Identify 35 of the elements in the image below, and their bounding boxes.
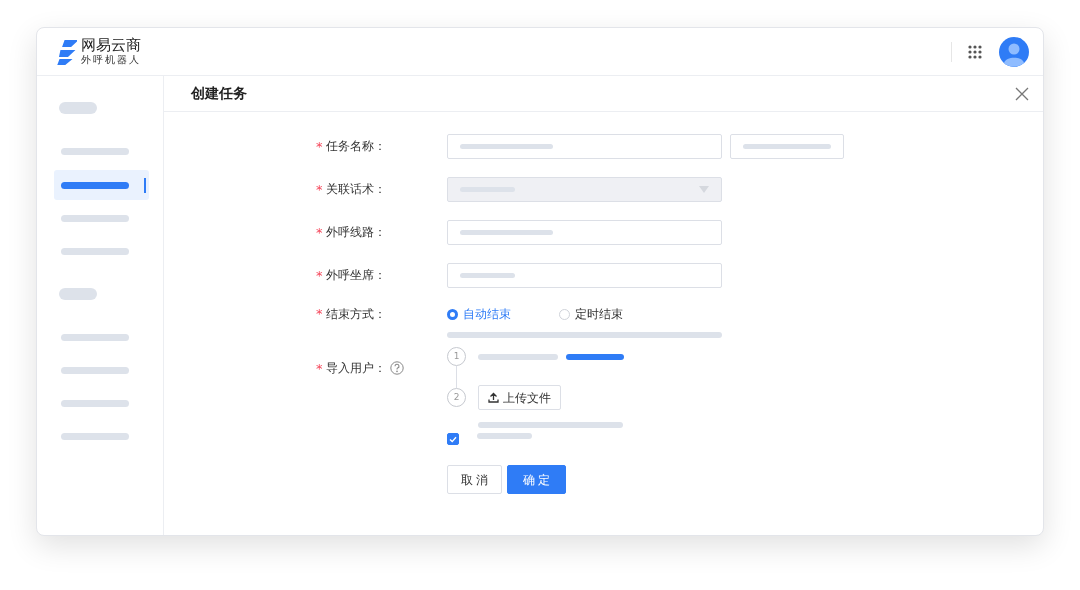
required-mark: * [316, 181, 324, 199]
logo-title: 网易云商 [81, 37, 141, 54]
input-field[interactable] [447, 263, 722, 288]
field-label: 任务名称： [326, 138, 386, 155]
caret-icon [699, 186, 709, 193]
required-mark: * [316, 267, 324, 285]
placeholder-bar [477, 433, 532, 439]
apps-grid-icon[interactable] [968, 44, 982, 59]
cancel-button[interactable]: 取 消 [447, 465, 502, 494]
input-field[interactable] [447, 134, 722, 159]
field-label: 关联话术： [326, 181, 386, 198]
help-icon[interactable] [390, 361, 404, 375]
confirm-button[interactable]: 确 定 [507, 465, 566, 494]
required-mark: * [316, 224, 324, 242]
placeholder-bar [566, 353, 624, 360]
upload-button[interactable]: 上传文件 [478, 385, 561, 410]
input-field[interactable] [447, 220, 722, 245]
required-mark: * [316, 306, 324, 322]
required-mark: * [316, 360, 324, 378]
close-icon[interactable] [1015, 86, 1029, 101]
radio-option[interactable]: 自动结束 [447, 305, 511, 323]
dialog-title: 创建任务 [191, 85, 247, 102]
radio-option[interactable]: 定时结束 [559, 305, 623, 323]
logo-subtitle: 外呼机器人 [81, 54, 141, 66]
checkbox[interactable] [447, 433, 459, 445]
field-label: 结束方式： [326, 306, 386, 322]
avatar-icon[interactable] [999, 36, 1029, 67]
sidebar-item[interactable] [54, 170, 149, 200]
input-field[interactable] [730, 134, 844, 159]
field-label: 导入用户： [326, 360, 386, 377]
field-label: 外呼线路： [326, 224, 386, 241]
field-label: 外呼坐席： [326, 267, 386, 284]
logo-icon [57, 37, 77, 66]
required-mark: * [316, 138, 324, 156]
upload-icon [488, 392, 499, 403]
